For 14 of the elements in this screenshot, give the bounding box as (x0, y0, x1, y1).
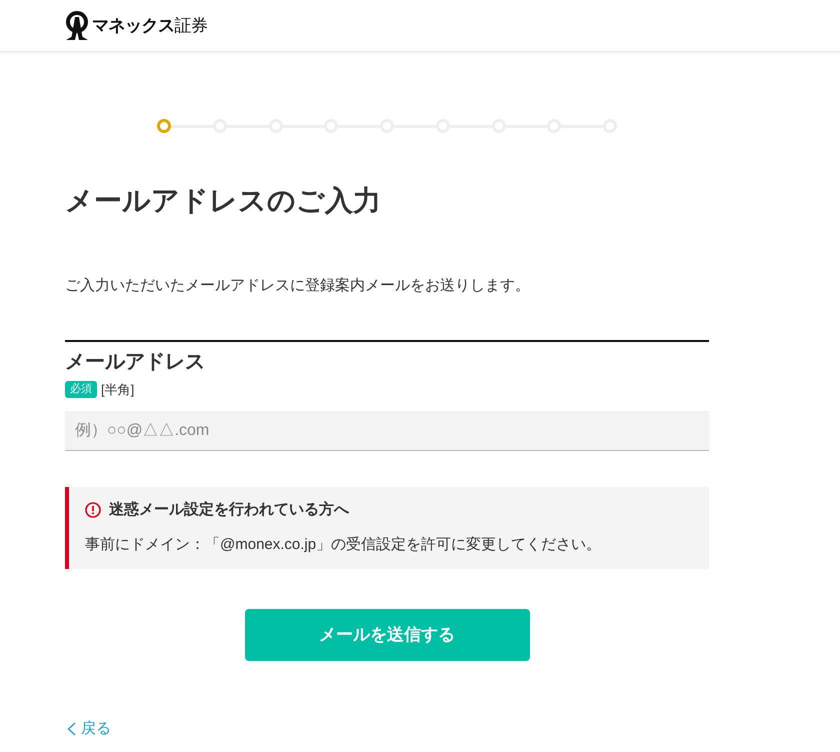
notice-body: 事前にドメイン：「@monex.co.jp」の受信設定を許可に変更してください。 (85, 535, 602, 555)
back-link[interactable]: 戻る (67, 719, 111, 739)
chevron-left-icon (67, 722, 76, 736)
page-title: メールアドレスのご入力 (65, 184, 382, 218)
send-mail-button[interactable]: メールを送信する (244, 609, 530, 661)
required-badge: 必須 (65, 381, 97, 398)
alert-icon (85, 502, 101, 518)
email-input[interactable]: 例）○○@△△.com (65, 411, 709, 451)
notice-title: 迷惑メール設定を行われている方へ (109, 500, 349, 520)
description-text: ご入力いただいたメールアドレスに登録案内メールをお送りします。 (65, 276, 531, 296)
field-label: メールアドレス (65, 350, 206, 375)
logo-icon (65, 10, 89, 40)
logo-text: マネックス証券 (92, 17, 208, 34)
format-note: [半角] (101, 381, 134, 398)
